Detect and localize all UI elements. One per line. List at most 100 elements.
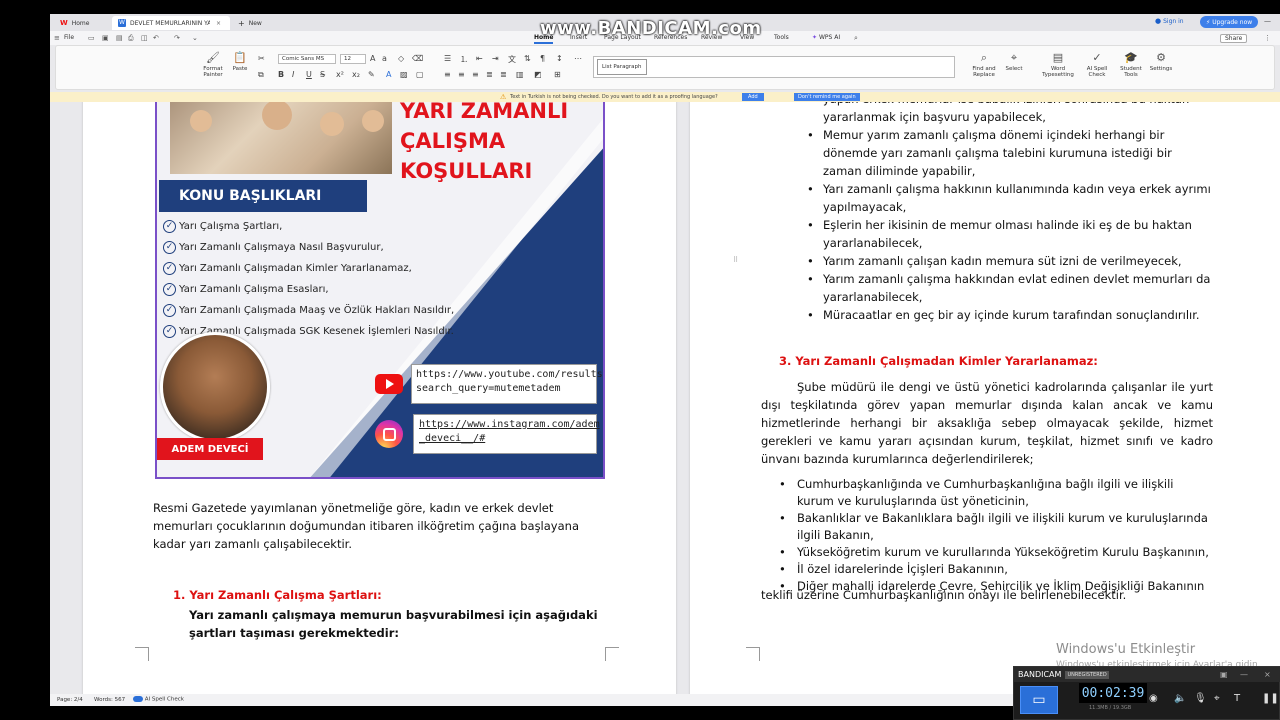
export-icon[interactable]: ▤ <box>116 34 123 42</box>
columns-icon[interactable]: ▥ <box>516 70 524 79</box>
microphone-icon[interactable]: 🎙 <box>1194 693 1207 704</box>
text-overlay-icon[interactable]: T <box>1234 693 1240 704</box>
share-button[interactable]: Share <box>1220 34 1248 43</box>
section-3-title[interactable]: 3. Yarı Zamanlı Çalışmadan Kimler Yararl… <box>779 354 1098 368</box>
drag-handle-icon[interactable]: ⠿ <box>733 256 738 264</box>
dont-remind-button[interactable]: Don't remind me again <box>794 93 860 101</box>
page-indicator[interactable]: Page: 2/4 <box>57 697 83 703</box>
undo-icon[interactable]: ↶ <box>153 34 159 42</box>
word-typesetting-button[interactable]: ▤ Word Typesetting <box>1042 52 1074 79</box>
italic-icon[interactable]: I <box>292 70 294 79</box>
list-item[interactable]: Yükseköğretim kurum ve kurullarında Yüks… <box>779 544 1213 561</box>
document-area[interactable]: YARI ZAMANLI ÇALIŞMA KOŞULLARI KONU BAŞL… <box>50 102 1280 694</box>
decrease-indent-icon[interactable]: ⇤ <box>476 54 483 63</box>
pause-icon[interactable]: ❚❚ <box>1262 693 1279 704</box>
underline-icon[interactable]: U <box>306 70 312 79</box>
more-options-icon[interactable]: ⋮ <box>1264 34 1271 42</box>
list-item[interactable]: Yarı zamanlı çalışma hakkının kullanımın… <box>807 180 1213 216</box>
list-item[interactable]: Eşlerin her ikisinin de memur olması hal… <box>807 216 1213 252</box>
font-size-select[interactable]: 12 <box>340 54 366 64</box>
print-preview-icon[interactable]: ◫ <box>141 34 148 42</box>
screen-record-icon[interactable]: ▭ <box>1020 686 1058 714</box>
paragraph-settings-icon[interactable]: ⋯ <box>574 54 582 63</box>
sign-in-button[interactable]: ● Sign in <box>1155 17 1184 25</box>
find-replace-button[interactable]: ⌕ Find and Replace <box>970 52 998 79</box>
conditions-list[interactable]: yapan erkek memurlar ise babalık izinler… <box>807 102 1213 324</box>
numbering-icon[interactable]: ⒈ <box>460 54 468 65</box>
strikethrough-icon[interactable]: S̶ <box>320 70 325 79</box>
increase-indent-icon[interactable]: ⇥ <box>492 54 499 63</box>
close-icon[interactable]: × <box>1264 670 1271 679</box>
page-right[interactable]: yapan erkek memurlar ise babalık izinler… <box>690 102 1280 694</box>
bullets-icon[interactable]: ☰ <box>444 54 451 63</box>
char-border-icon[interactable]: ▢ <box>416 70 424 79</box>
select-button[interactable]: ⌖ Select <box>1002 52 1026 73</box>
page-left[interactable]: YARI ZAMANLI ÇALIŞMA KOŞULLARI KONU BAŞL… <box>83 102 676 694</box>
font-grow-icon[interactable]: A <box>370 54 375 63</box>
section-1-title[interactable]: 1. Yarı Zamanlı Çalışma Şartları: <box>173 588 382 602</box>
list-item[interactable]: Memur yarım zamanlı çalışma dönemi içind… <box>807 126 1213 180</box>
align-right-icon[interactable]: ≡ <box>472 70 479 79</box>
minimize-icon[interactable]: — <box>1240 670 1248 679</box>
search-icon[interactable]: ⌕ <box>854 34 858 43</box>
distribute-icon[interactable]: ≣ <box>500 70 507 79</box>
text-effects-icon[interactable]: ◇ <box>398 54 404 63</box>
list-item[interactable]: Cumhurbaşkanlığında ve Cumhurbaşkanlığın… <box>779 476 1213 510</box>
more-icon[interactable]: ⌄ <box>192 34 198 42</box>
highlight-icon[interactable]: ✎ <box>368 70 375 79</box>
menu-file[interactable]: File <box>64 34 74 41</box>
closing-line[interactable]: teklifi üzerine Cumhurbaşkanlığının onay… <box>761 586 1213 604</box>
style-list-paragraph[interactable]: List Paragraph <box>597 59 647 75</box>
shading-icon[interactable]: ▨ <box>400 70 408 79</box>
tab-home[interactable]: W Home <box>54 16 112 30</box>
show-marks-icon[interactable]: ¶ <box>540 54 545 63</box>
paste-button[interactable]: 📋 Paste <box>228 52 252 73</box>
cut-icon[interactable]: ✂ <box>258 54 265 63</box>
speaker-icon[interactable]: 🔈 <box>1174 693 1186 704</box>
clear-format-icon[interactable]: ⌫ <box>412 54 423 63</box>
open-folder-icon[interactable]: ▭ <box>88 34 95 42</box>
paragraph-shading-icon[interactable]: ◩ <box>534 70 542 79</box>
line-spacing-icon[interactable]: ↕ <box>556 54 563 63</box>
align-center-icon[interactable]: ≡ <box>458 70 465 79</box>
add-language-button[interactable]: Add <box>742 93 764 101</box>
section-1-text[interactable]: Yarı zamanlı çalışmaya memurun başvurabi… <box>189 606 601 642</box>
minimize-icon[interactable]: — <box>1264 17 1271 25</box>
subscript-icon[interactable]: x₂ <box>352 70 360 79</box>
section-3-paragraph[interactable]: Şube müdürü ile dengi ve üstü yönetici k… <box>761 378 1213 468</box>
redo-icon[interactable]: ↷ <box>174 34 180 42</box>
list-item[interactable]: Yarım zamanlı çalışma hakkından evlat ed… <box>807 270 1213 306</box>
spell-toggle[interactable]: AI Spell Check <box>133 696 184 703</box>
menu-wps-ai[interactable]: ✦ WPS AI <box>812 34 840 41</box>
format-painter-button[interactable]: 🖌 Format Painter <box>201 52 225 79</box>
justify-icon[interactable]: ≣ <box>486 70 493 79</box>
font-name-select[interactable]: Comic Sans MS <box>278 54 336 64</box>
tab-document[interactable]: W DEVLET MEMURLARININ YAR × <box>112 16 230 30</box>
poster-image[interactable]: YARI ZAMANLI ÇALIŞMA KOŞULLARI KONU BAŞL… <box>155 102 605 479</box>
word-count[interactable]: Words: 567 <box>94 697 125 703</box>
list-item[interactable]: yapan erkek memurlar ise babalık izinler… <box>823 102 1213 126</box>
authority-list[interactable]: Cumhurbaşkanlığında ve Cumhurbaşkanlığın… <box>779 476 1213 595</box>
intro-paragraph[interactable]: Resmi Gazetede yayımlanan yönetmeliğe gö… <box>153 499 613 553</box>
mouse-cursor-icon[interactable]: ⌖ <box>1214 693 1220 704</box>
tab-new[interactable]: + New <box>232 16 272 30</box>
ai-spell-check-button[interactable]: ✓ AI Spell Check <box>1078 52 1116 79</box>
student-tools-button[interactable]: 🎓 Student Tools <box>1120 52 1142 79</box>
save-icon[interactable]: ▣ <box>102 34 109 42</box>
bold-icon[interactable]: B <box>278 70 284 79</box>
settings-button[interactable]: ⚙ Settings <box>1148 52 1174 73</box>
font-color-icon[interactable]: A <box>386 70 391 79</box>
webcam-icon[interactable]: ◉ <box>1149 693 1158 704</box>
chinese-layout-icon[interactable]: 文 <box>508 54 516 65</box>
style-gallery[interactable]: List Paragraph <box>593 56 955 78</box>
align-left-icon[interactable]: ≡ <box>444 70 451 79</box>
menu-tools[interactable]: Tools <box>774 34 789 41</box>
list-item[interactable]: Bakanlıklar ve Bakanlıklara bağlı ilgili… <box>779 510 1213 544</box>
list-item[interactable]: Müracaatlar en geç bir ay içinde kurum t… <box>807 306 1213 324</box>
print-icon[interactable]: ⎙ <box>128 34 134 43</box>
borders-icon[interactable]: ⊞ <box>554 70 561 79</box>
close-icon[interactable]: × <box>216 20 221 27</box>
list-item[interactable]: İl özel idarelerinde İçişleri Bakanının, <box>779 561 1213 578</box>
superscript-icon[interactable]: x² <box>336 70 344 79</box>
upgrade-button[interactable]: ⚡ Upgrade now <box>1200 16 1259 28</box>
